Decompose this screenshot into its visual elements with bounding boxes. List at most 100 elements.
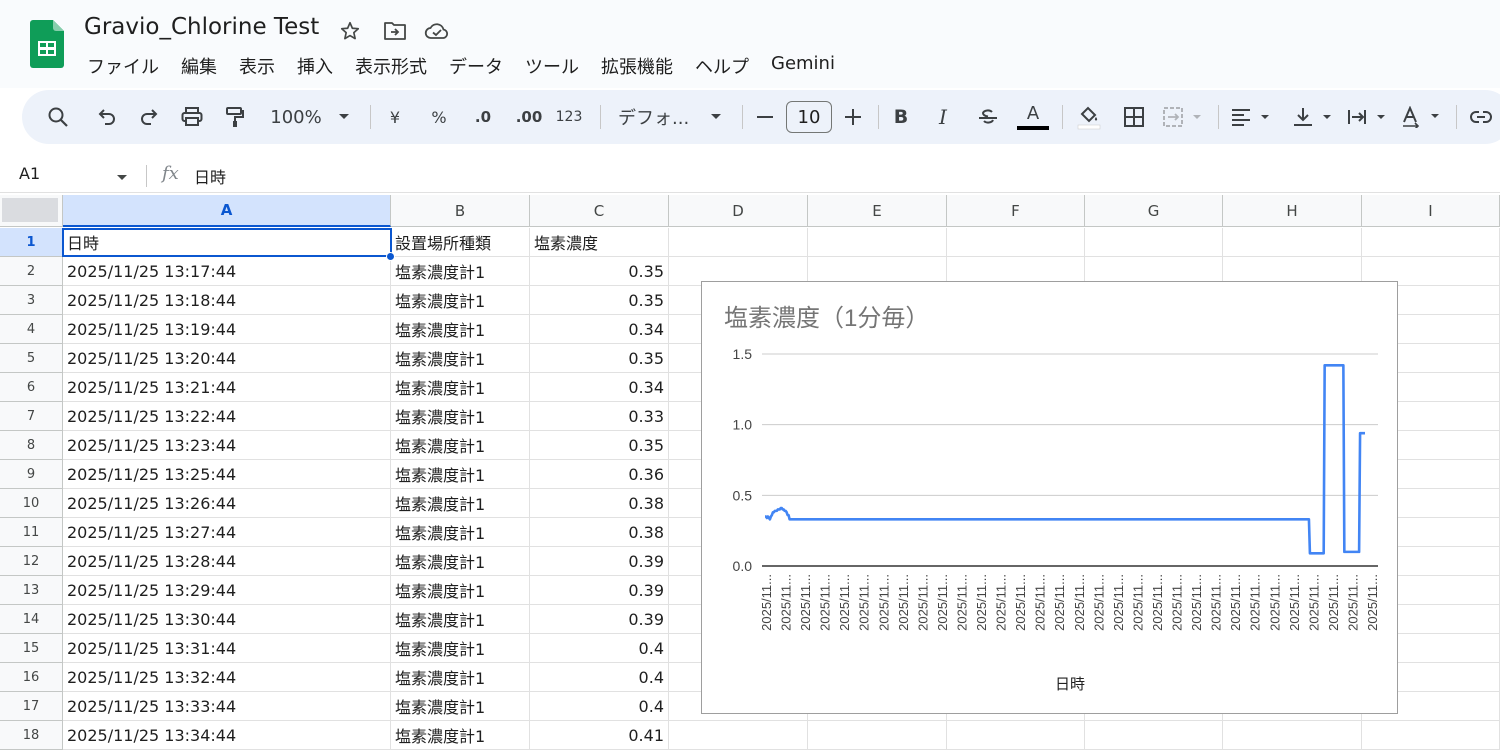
name-box-caret-icon[interactable] <box>116 167 128 186</box>
cell-c-row[interactable]: 0.4 <box>530 663 669 692</box>
row-header[interactable]: 3 <box>0 286 63 315</box>
cell-a-row[interactable]: 2025/11/25 13:23:44 <box>63 431 391 460</box>
name-box[interactable]: A1 <box>19 164 40 183</box>
cell-b-row[interactable]: 塩素濃度計1 <box>391 663 530 692</box>
cell-c-row[interactable]: 0.34 <box>530 315 669 344</box>
cell-b-row[interactable]: 塩素濃度計1 <box>391 460 530 489</box>
cell-a-row[interactable]: 2025/11/25 13:20:44 <box>63 344 391 373</box>
column-header-b[interactable]: B <box>391 195 530 227</box>
row-header[interactable]: 17 <box>0 692 63 721</box>
cell-c-row[interactable]: 0.35 <box>530 286 669 315</box>
row-header[interactable]: 14 <box>0 605 63 634</box>
cell-a-row[interactable]: 2025/11/25 13:22:44 <box>63 402 391 431</box>
cell-c-row[interactable]: 0.4 <box>530 692 669 721</box>
merge-cells-icon[interactable] <box>1160 90 1210 144</box>
column-header-f[interactable]: F <box>947 195 1085 227</box>
move-to-folder-icon[interactable] <box>382 18 408 44</box>
cell-a-row[interactable]: 2025/11/25 13:19:44 <box>63 315 391 344</box>
cell-b-row[interactable]: 塩素濃度計1 <box>391 547 530 576</box>
cell-c-row[interactable]: 0.39 <box>530 547 669 576</box>
cell-a-row[interactable]: 2025/11/25 13:18:44 <box>63 286 391 315</box>
fill-handle[interactable] <box>386 252 395 261</box>
increase-decimal-button[interactable]: .00 <box>509 90 549 144</box>
cell-a-row[interactable]: 2025/11/25 13:33:44 <box>63 692 391 721</box>
cell-c-row[interactable]: 0.35 <box>530 431 669 460</box>
row-header[interactable]: 11 <box>0 518 63 547</box>
cell-a-row[interactable]: 2025/11/25 13:28:44 <box>63 547 391 576</box>
align-icon[interactable] <box>1228 90 1278 144</box>
italic-button[interactable]: I <box>930 90 956 144</box>
cell-i-row[interactable] <box>1362 228 1500 257</box>
cell-b-row[interactable]: 塩素濃度計1 <box>391 431 530 460</box>
cell-c-row[interactable]: 塩素濃度 <box>530 228 669 257</box>
valign-icon[interactable] <box>1290 90 1340 144</box>
cell-c-row[interactable]: 0.35 <box>530 257 669 286</box>
row-header[interactable]: 10 <box>0 489 63 518</box>
cell-e-row[interactable] <box>808 228 947 257</box>
row-header[interactable]: 13 <box>0 576 63 605</box>
menu-insert[interactable]: 挿入 <box>286 50 344 80</box>
row-header[interactable]: 4 <box>0 315 63 344</box>
cell-c-row[interactable]: 0.39 <box>530 576 669 605</box>
row-header[interactable]: 7 <box>0 402 63 431</box>
text-color-button[interactable]: A <box>1016 90 1050 144</box>
menu-tools[interactable]: ツール <box>514 50 590 80</box>
zoom-caret-icon[interactable] <box>334 90 354 144</box>
cell-c-row[interactable]: 0.4 <box>530 634 669 663</box>
paint-format-icon[interactable] <box>219 90 251 144</box>
cell-a-row[interactable]: 2025/11/25 13:25:44 <box>63 460 391 489</box>
cell-a-row[interactable]: 2025/11/25 13:17:44 <box>63 257 391 286</box>
menu-data[interactable]: データ <box>438 50 514 80</box>
star-icon[interactable] <box>337 18 363 44</box>
cell-c-row[interactable]: 0.36 <box>530 460 669 489</box>
fill-color-icon[interactable] <box>1072 90 1106 144</box>
select-all-corner[interactable] <box>0 195 63 227</box>
cell-b-row[interactable]: 塩素濃度計1 <box>391 692 530 721</box>
zoom-select[interactable]: 100% <box>266 90 326 144</box>
cell-c-row[interactable]: 0.38 <box>530 489 669 518</box>
cell-c-row[interactable]: 0.38 <box>530 518 669 547</box>
column-header-e[interactable]: E <box>808 195 947 227</box>
row-header[interactable]: 6 <box>0 373 63 402</box>
cell-a-row[interactable]: 日時 <box>63 228 391 257</box>
line-chart[interactable]: 塩素濃度（1分毎） 0.0 0.5 1.0 1.5 2025/11... 2025/11..… <box>701 281 1398 714</box>
cell-f-row[interactable] <box>947 228 1085 257</box>
cell-b-row[interactable]: 塩素濃度計1 <box>391 257 530 286</box>
row-header[interactable]: 12 <box>0 547 63 576</box>
row-header[interactable]: 2 <box>0 257 63 286</box>
cell-a-row[interactable]: 2025/11/25 13:29:44 <box>63 576 391 605</box>
minus-icon[interactable] <box>752 90 778 144</box>
column-header-i[interactable]: I <box>1362 195 1500 227</box>
row-header[interactable]: 5 <box>0 344 63 373</box>
formula-input[interactable]: 日時 <box>194 164 226 188</box>
undo-icon[interactable] <box>90 90 122 144</box>
cell-c-row[interactable]: 0.39 <box>530 605 669 634</box>
text-wrap-icon[interactable] <box>1344 90 1394 144</box>
row-header[interactable]: 9 <box>0 460 63 489</box>
cell-g-row[interactable] <box>1085 228 1223 257</box>
link-icon[interactable] <box>1466 90 1496 144</box>
cell-b-row[interactable]: 設置場所種類 <box>391 228 530 257</box>
decrease-decimal-button[interactable]: .0 <box>466 90 500 144</box>
cell-c-row[interactable]: 0.34 <box>530 373 669 402</box>
cell-a-row[interactable]: 2025/11/25 13:27:44 <box>63 518 391 547</box>
column-header-g[interactable]: G <box>1085 195 1223 227</box>
cell-a-row[interactable]: 2025/11/25 13:32:44 <box>63 663 391 692</box>
cell-b-row[interactable]: 塩素濃度計1 <box>391 634 530 663</box>
cell-a-row[interactable]: 2025/11/25 13:26:44 <box>63 489 391 518</box>
cell-b-row[interactable]: 塩素濃度計1 <box>391 373 530 402</box>
borders-icon[interactable] <box>1118 90 1150 144</box>
cell-b-row[interactable]: 塩素濃度計1 <box>391 402 530 431</box>
menu-gemini[interactable]: Gemini <box>760 50 846 80</box>
cell-c-row[interactable]: 0.35 <box>530 344 669 373</box>
text-rotate-icon[interactable] <box>1398 90 1448 144</box>
currency-button[interactable]: ¥ <box>380 90 410 144</box>
font-caret-icon[interactable] <box>706 90 726 144</box>
percent-button[interactable]: % <box>424 90 454 144</box>
cell-a-row[interactable]: 2025/11/25 13:31:44 <box>63 634 391 663</box>
cell-b-row[interactable]: 塩素濃度計1 <box>391 344 530 373</box>
row-header[interactable]: 8 <box>0 431 63 460</box>
menu-view[interactable]: 表示 <box>228 50 286 80</box>
document-title[interactable]: Gravio_Chlorine Test <box>84 14 319 40</box>
menu-edit[interactable]: 編集 <box>170 50 228 80</box>
